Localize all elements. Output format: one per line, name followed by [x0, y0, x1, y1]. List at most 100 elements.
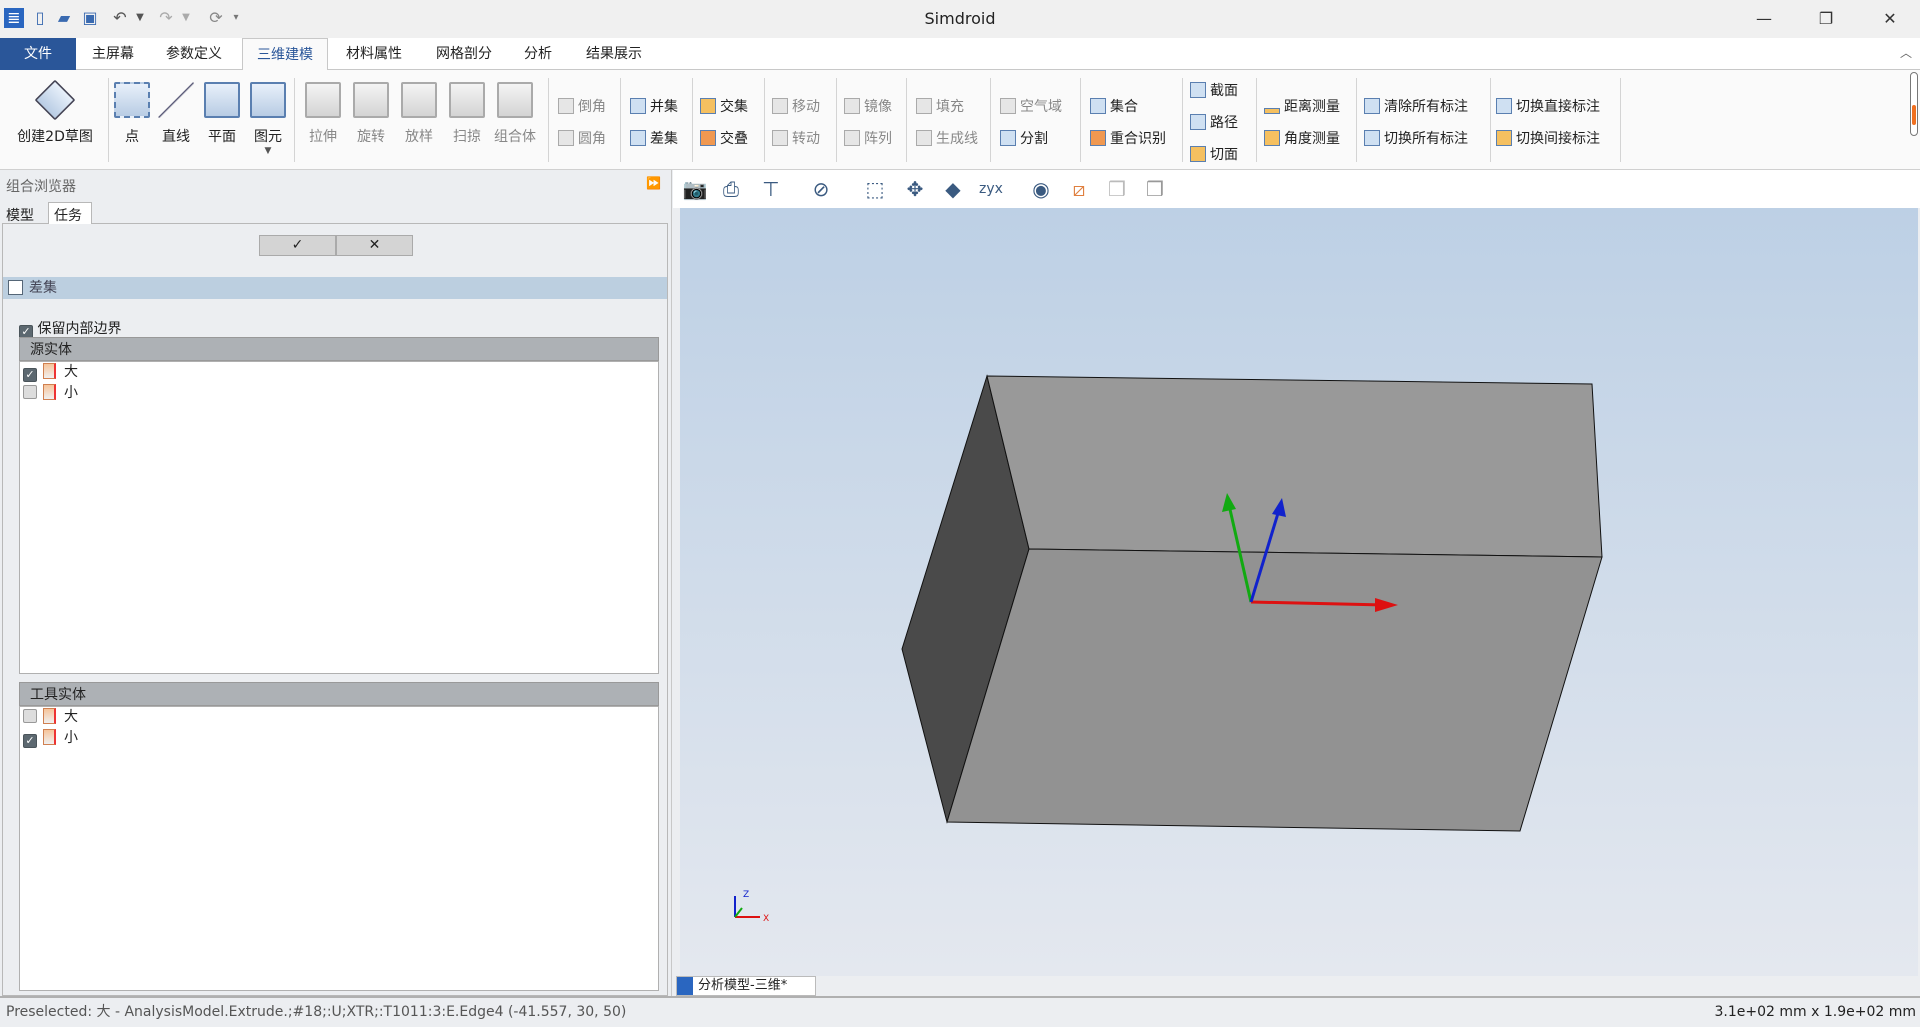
coincidence-button[interactable]: 重合识别 [1090, 128, 1166, 150]
revolve-icon [353, 82, 389, 118]
label: 倒角 [578, 99, 606, 115]
rotate-button[interactable]: 转动 [772, 128, 820, 150]
source-solids-list: ✓ 大 小 [19, 361, 659, 674]
compound-button[interactable]: 组合体 [490, 82, 540, 146]
tab-3d-modeling[interactable]: 三维建模 [242, 38, 328, 71]
collapse-ribbon-icon[interactable]: ︿ [1900, 44, 1912, 61]
list-item[interactable]: 小 [20, 383, 658, 404]
intersect-button[interactable]: 交集 [700, 96, 748, 118]
section-view-icon[interactable]: ⧄ [1065, 176, 1093, 202]
label: 切换所有标注 [1384, 131, 1468, 147]
zoom-box-icon[interactable]: ⬚ [861, 176, 889, 202]
subtract-button[interactable]: 差集 [630, 128, 678, 150]
restore-button[interactable]: ❐ [1798, 0, 1854, 38]
tab-task[interactable]: 任务 [48, 202, 92, 224]
tab-material[interactable]: 材料属性 [332, 38, 416, 70]
label: 小 [64, 385, 78, 401]
cut-plane-button[interactable]: 切面 [1190, 144, 1238, 166]
label: 切换间接标注 [1516, 131, 1600, 147]
ribbon: 创建2D草图 点 直线 平面 图元 ▼ 拉伸 旋转 放样 扫掠 组合体 倒角 圆角… [0, 70, 1920, 170]
tab-parameters[interactable]: 参数定义 [152, 38, 236, 70]
ruler-icon [1264, 108, 1280, 114]
tab-analysis[interactable]: 分析 [510, 38, 566, 70]
label: 路径 [1210, 115, 1238, 131]
point-button[interactable]: 点 [114, 82, 150, 146]
cancel-button[interactable]: ✕ [336, 235, 413, 256]
pencil-icon [1496, 130, 1512, 146]
checkbox[interactable] [23, 385, 37, 399]
distance-measure-button[interactable]: 距离测量 [1264, 96, 1340, 118]
visibility-eye-icon[interactable]: ◉ [1027, 176, 1055, 202]
ribbon-tabs: 文件 主屏幕 参数定义 三维建模 材料属性 网格剖分 分析 结果展示 ︿ [0, 38, 1920, 71]
plane-button[interactable]: 平面 [202, 82, 242, 146]
fillet-button[interactable]: 圆角 [558, 128, 606, 150]
label: 直线 [162, 129, 190, 145]
chamfer-button[interactable]: 倒角 [558, 96, 606, 118]
union-button[interactable]: 并集 [630, 96, 678, 118]
toggle-annotations-button[interactable]: 切换所有标注 [1364, 128, 1468, 150]
create-2d-sketch-button[interactable]: 创建2D草图 [12, 79, 98, 146]
tab-file[interactable]: 文件 [0, 38, 76, 70]
coincidence-icon [1090, 130, 1106, 146]
section-button[interactable]: 截面 [1190, 80, 1238, 102]
mirror-icon [844, 98, 860, 114]
extrude-button[interactable]: 拉伸 [300, 82, 346, 146]
tab-mesh[interactable]: 网格剖分 [422, 38, 506, 70]
generate-line-icon [916, 130, 932, 146]
no-render-icon[interactable]: ⊘ [807, 176, 835, 202]
sketch-plane-icon[interactable]: ⊤ [757, 176, 785, 202]
light-2-icon[interactable]: ❒ [1141, 176, 1169, 202]
close-button[interactable]: ✕ [1862, 0, 1918, 38]
triad-x-label: X [763, 914, 769, 924]
line-button[interactable]: 直线 [156, 82, 196, 146]
label: 生成线 [936, 131, 978, 147]
revolve-button[interactable]: 旋转 [348, 82, 394, 146]
toggle-indirect-annotation-button[interactable]: 切换间接标注 [1496, 128, 1600, 150]
label: 图元 [254, 129, 282, 145]
model-canvas[interactable]: X Z [680, 208, 1918, 976]
array-button[interactable]: 阵列 [844, 128, 892, 150]
toggle-direct-annotation-button[interactable]: 切换直接标注 [1496, 96, 1600, 118]
axis-view-icon[interactable]: zyx [977, 176, 1005, 202]
array-icon [844, 130, 860, 146]
ribbon-scrollbar[interactable] [1910, 72, 1918, 136]
tab-home[interactable]: 主屏幕 [78, 38, 148, 70]
loft-button[interactable]: 放样 [396, 82, 442, 146]
tab-results[interactable]: 结果展示 [572, 38, 656, 70]
checkbox[interactable]: ✓ [23, 734, 37, 748]
overlap-button[interactable]: 交叠 [700, 128, 748, 150]
3d-viewport[interactable]: X Z [680, 208, 1918, 976]
solid-icon [43, 384, 56, 400]
print-icon[interactable]: ⎙ [717, 176, 745, 202]
keep-internal-boundary-checkbox[interactable]: ✓ 保留内部边界 [19, 318, 121, 339]
checkbox[interactable] [23, 709, 37, 723]
sweep-button[interactable]: 扫掠 [444, 82, 490, 146]
checkbox[interactable]: ✓ [23, 368, 37, 382]
angle-measure-button[interactable]: 角度测量 [1264, 128, 1340, 150]
camera-icon[interactable]: 📷 [681, 176, 709, 202]
minimize-button[interactable]: — [1736, 0, 1792, 38]
primitive-button[interactable]: 图元 ▼ [248, 82, 288, 156]
list-item[interactable]: ✓ 小 [20, 728, 658, 749]
document-tab[interactable]: 分析模型-三维* [676, 976, 816, 996]
label: 大 [64, 709, 78, 725]
tab-model[interactable]: 模型 [6, 205, 34, 225]
set-button[interactable]: 集合 [1090, 96, 1138, 118]
list-item[interactable]: 大 [20, 707, 658, 728]
split-button[interactable]: 分割 [1000, 128, 1048, 150]
ok-button[interactable]: ✓ [259, 235, 336, 256]
clear-annotations-button[interactable]: 清除所有标注 [1364, 96, 1468, 118]
air-domain-button[interactable]: 空气域 [1000, 96, 1062, 118]
iso-view-icon[interactable]: ◆ [939, 176, 967, 202]
generate-line-button[interactable]: 生成线 [916, 128, 978, 150]
fill-button[interactable]: 填充 [916, 96, 964, 118]
path-button[interactable]: 路径 [1190, 112, 1238, 134]
move-button[interactable]: 移动 [772, 96, 820, 118]
list-item[interactable]: ✓ 大 [20, 362, 658, 383]
mirror-button[interactable]: 镜像 [844, 96, 892, 118]
light-1-icon[interactable]: ❒ [1103, 176, 1131, 202]
collapse-panel-icon[interactable]: ⏩ [646, 176, 661, 190]
cut-plane-icon [1190, 146, 1206, 162]
fit-all-icon[interactable]: ✥ [901, 176, 929, 202]
label: 填充 [936, 99, 964, 115]
